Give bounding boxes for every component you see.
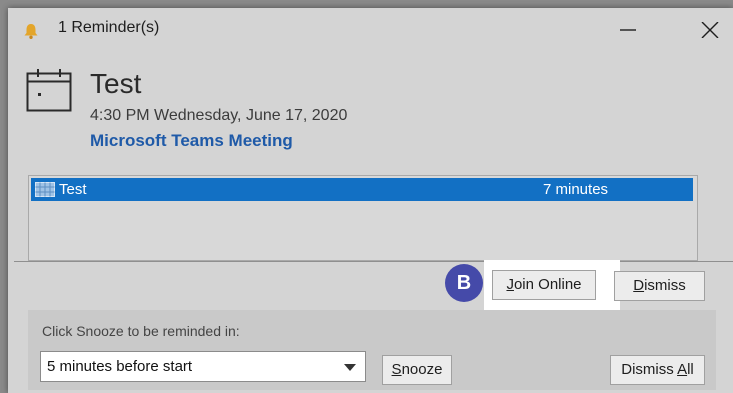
dismiss-all-label: ll	[687, 361, 694, 378]
dismiss-all-mnemonic: A	[677, 361, 688, 378]
bell-icon	[22, 22, 40, 40]
window-title: 1 Reminder(s)	[58, 19, 160, 36]
minimize-icon	[620, 29, 636, 31]
reminder-time: 4:30 PM Wednesday, June 17, 2020	[90, 107, 348, 124]
row-subject: Test	[59, 181, 87, 198]
close-icon	[701, 22, 719, 38]
snooze-panel: Click Snooze to be reminded in: 5 minute…	[28, 310, 716, 390]
snooze-time-dropdown[interactable]: 5 minutes before start	[40, 351, 366, 382]
snooze-button-label: nooze	[401, 361, 443, 378]
join-label: oin Online	[513, 276, 582, 293]
dismiss-mnemonic: D	[633, 277, 645, 294]
reminder-subject: Test	[90, 68, 142, 99]
join-mnemonic: J	[506, 276, 514, 293]
snooze-label: Click Snooze to be reminded in:	[42, 323, 240, 339]
join-online-button[interactable]: Join Online	[492, 270, 596, 300]
chevron-down-icon	[344, 364, 356, 371]
minimize-button[interactable]	[608, 14, 648, 46]
close-button[interactable]	[690, 14, 730, 46]
snooze-selected-value: 5 minutes before start	[47, 358, 193, 375]
dismiss-label: ismiss	[644, 277, 686, 294]
appointment-icon	[35, 182, 55, 197]
row-due-in: 7 minutes	[543, 181, 609, 198]
dismiss-all-button[interactable]: Dismiss All	[610, 355, 705, 385]
reminder-window: 1 Reminder(s) Test 4:30 PM Wednesday, Ju…	[8, 8, 733, 393]
dismiss-button[interactable]: Dismiss	[614, 271, 705, 301]
reminder-list[interactable]: Test 7 minutes	[28, 175, 698, 261]
dismiss-all-prefix: Dismiss	[621, 361, 678, 378]
callout-badge: B	[445, 264, 483, 302]
title-bar: 1 Reminder(s)	[8, 8, 733, 52]
snooze-mnemonic: S	[391, 361, 402, 378]
snooze-button[interactable]: Snooze	[382, 355, 452, 385]
calendar-icon	[26, 68, 72, 112]
divider	[14, 261, 733, 262]
reminder-list-row[interactable]: Test 7 minutes	[31, 178, 693, 201]
meeting-location-link[interactable]: Microsoft Teams Meeting	[90, 131, 293, 151]
